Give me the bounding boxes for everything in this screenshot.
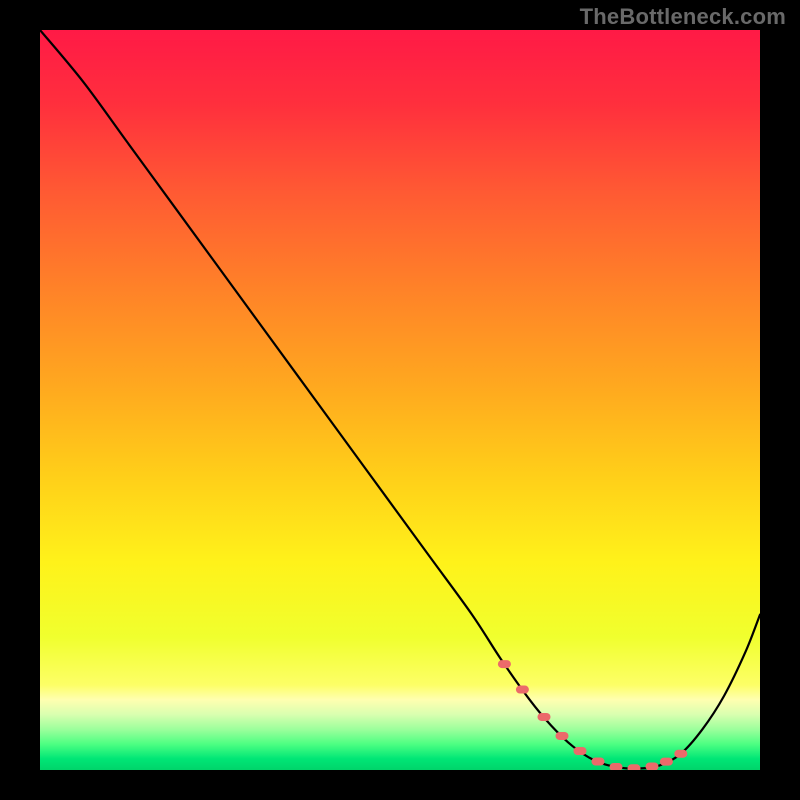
optimal-range-marker bbox=[660, 758, 673, 766]
optimal-range-marker bbox=[646, 763, 659, 771]
optimal-range-marker bbox=[574, 747, 587, 755]
optimal-range-marker bbox=[516, 686, 529, 694]
optimal-range-marker bbox=[538, 713, 551, 721]
optimal-range-marker bbox=[556, 732, 569, 740]
optimal-range-marker bbox=[498, 660, 511, 668]
optimal-range-marker bbox=[628, 764, 641, 772]
optimal-range-marker bbox=[674, 750, 687, 758]
optimal-range-marker bbox=[592, 757, 605, 765]
plot-background bbox=[40, 30, 760, 770]
chart-frame: TheBottleneck.com bbox=[0, 0, 800, 800]
bottleneck-chart bbox=[0, 0, 800, 800]
optimal-range-marker bbox=[610, 763, 623, 771]
